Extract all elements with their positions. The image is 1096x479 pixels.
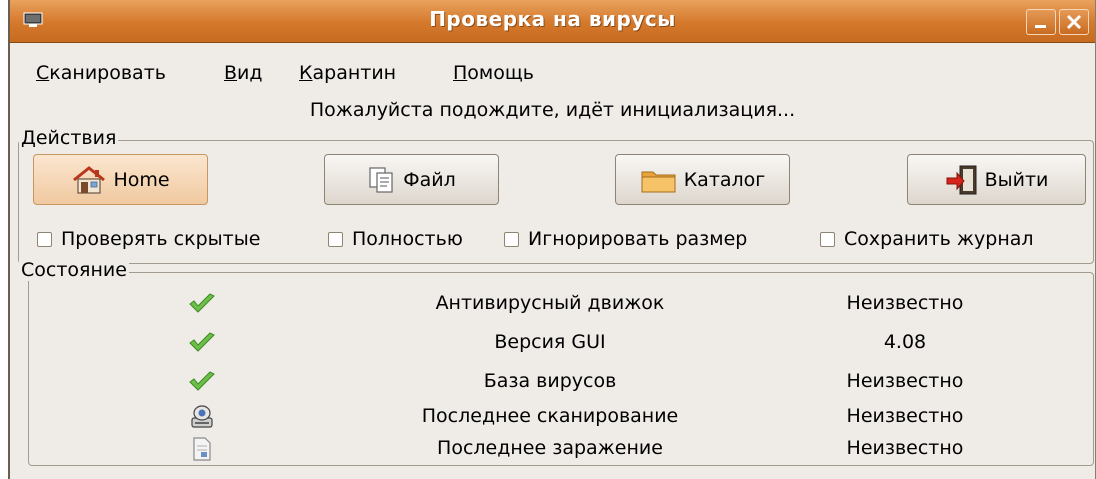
close-icon	[1066, 14, 1082, 30]
exit-icon	[946, 165, 977, 194]
document-icon	[187, 435, 217, 463]
status-row-value: Неизвестно	[846, 370, 964, 392]
checkbox-label: Полностью	[352, 228, 463, 250]
minimize-icon	[1035, 25, 1046, 28]
checkbox-ignore-size[interactable]: Игнорировать размер	[504, 226, 747, 252]
file-icon	[369, 166, 393, 193]
check-icon	[187, 368, 217, 396]
home-button[interactable]: Home	[33, 154, 208, 205]
status-row-value: 4.08	[883, 331, 927, 353]
checkbox-box[interactable]	[328, 231, 343, 247]
checkbox-box[interactable]	[820, 231, 835, 247]
menu-accelerator: В	[224, 62, 238, 84]
home-button-label: Home	[113, 168, 170, 191]
file-button-label: Файл	[403, 168, 456, 191]
checkbox-box[interactable]	[504, 231, 519, 247]
status-row: База вирусов Неизвестно	[10, 366, 1095, 398]
check-icon	[187, 290, 217, 318]
scanner-icon	[187, 403, 217, 431]
check-icon	[187, 329, 217, 357]
actions-frame-label: Действия	[19, 127, 119, 149]
menu-help[interactable]: Помощь	[453, 62, 534, 84]
window-title: Проверка на вирусы	[429, 7, 676, 31]
status-row: Антивирусный движок Неизвестно	[10, 288, 1095, 320]
status-row-name: Версия GUI	[494, 331, 606, 353]
checkbox-thorough[interactable]: Полностью	[328, 226, 463, 252]
menu-quarantine[interactable]: Карантин	[299, 62, 396, 84]
quit-button-label: Выйти	[984, 168, 1049, 191]
checkbox-label: Игнорировать размер	[528, 228, 748, 250]
status-row: Последнее сканирование Неизвестно	[10, 401, 1095, 433]
checkbox-box[interactable]	[37, 231, 52, 247]
menu-label-rest: арантин	[312, 62, 397, 84]
title-bar[interactable]: Проверка на вирусы	[10, 0, 1095, 43]
status-message: Пожалуйста подождите, идёт инициализация…	[309, 99, 796, 121]
status-row-name: Последнее заражение	[437, 437, 663, 459]
status-row-name: Антивирусный движок	[435, 292, 665, 314]
status-row-name: Последнее сканирование	[421, 405, 679, 427]
status-frame-label: Состояние	[19, 259, 129, 281]
menu-accelerator: С	[36, 62, 50, 84]
main-window: Проверка на вирусы Сканировать Вид Каран…	[8, 0, 1096, 479]
minimize-button[interactable]	[1026, 9, 1056, 35]
menu-label-rest: канировать	[49, 62, 166, 84]
folder-icon	[641, 171, 676, 192]
checkbox-label: Сохранить журнал	[844, 228, 1034, 250]
menu-scan[interactable]: Сканировать	[36, 62, 166, 84]
menu-label-rest: омощь	[467, 62, 534, 84]
menu-accelerator: П	[453, 62, 468, 84]
status-row-value: Неизвестно	[846, 405, 964, 427]
checkbox-show-hidden[interactable]: Проверять скрытые	[37, 226, 260, 252]
menu-accelerator: К	[299, 62, 313, 84]
directory-button-label: Каталог	[683, 168, 766, 191]
quit-button[interactable]: Выйти	[907, 154, 1086, 205]
directory-button[interactable]: Каталог	[615, 154, 790, 205]
file-button[interactable]: Файл	[324, 154, 499, 205]
status-row-name: База вирусов	[483, 370, 617, 392]
menu-view[interactable]: Вид	[224, 62, 263, 84]
status-row: Версия GUI 4.08	[10, 327, 1095, 359]
status-row-value: Неизвестно	[846, 292, 964, 314]
close-button[interactable]	[1059, 9, 1089, 35]
status-row: Последнее заражение Неизвестно	[10, 433, 1095, 465]
status-row-value: Неизвестно	[846, 437, 964, 459]
home-icon	[73, 165, 106, 194]
checkbox-save-log[interactable]: Сохранить журнал	[820, 226, 1034, 252]
checkbox-label: Проверять скрытые	[61, 228, 261, 250]
menu-label-rest: ид	[237, 62, 263, 84]
menu-bar: Сканировать Вид Карантин Помощь	[10, 62, 1095, 92]
